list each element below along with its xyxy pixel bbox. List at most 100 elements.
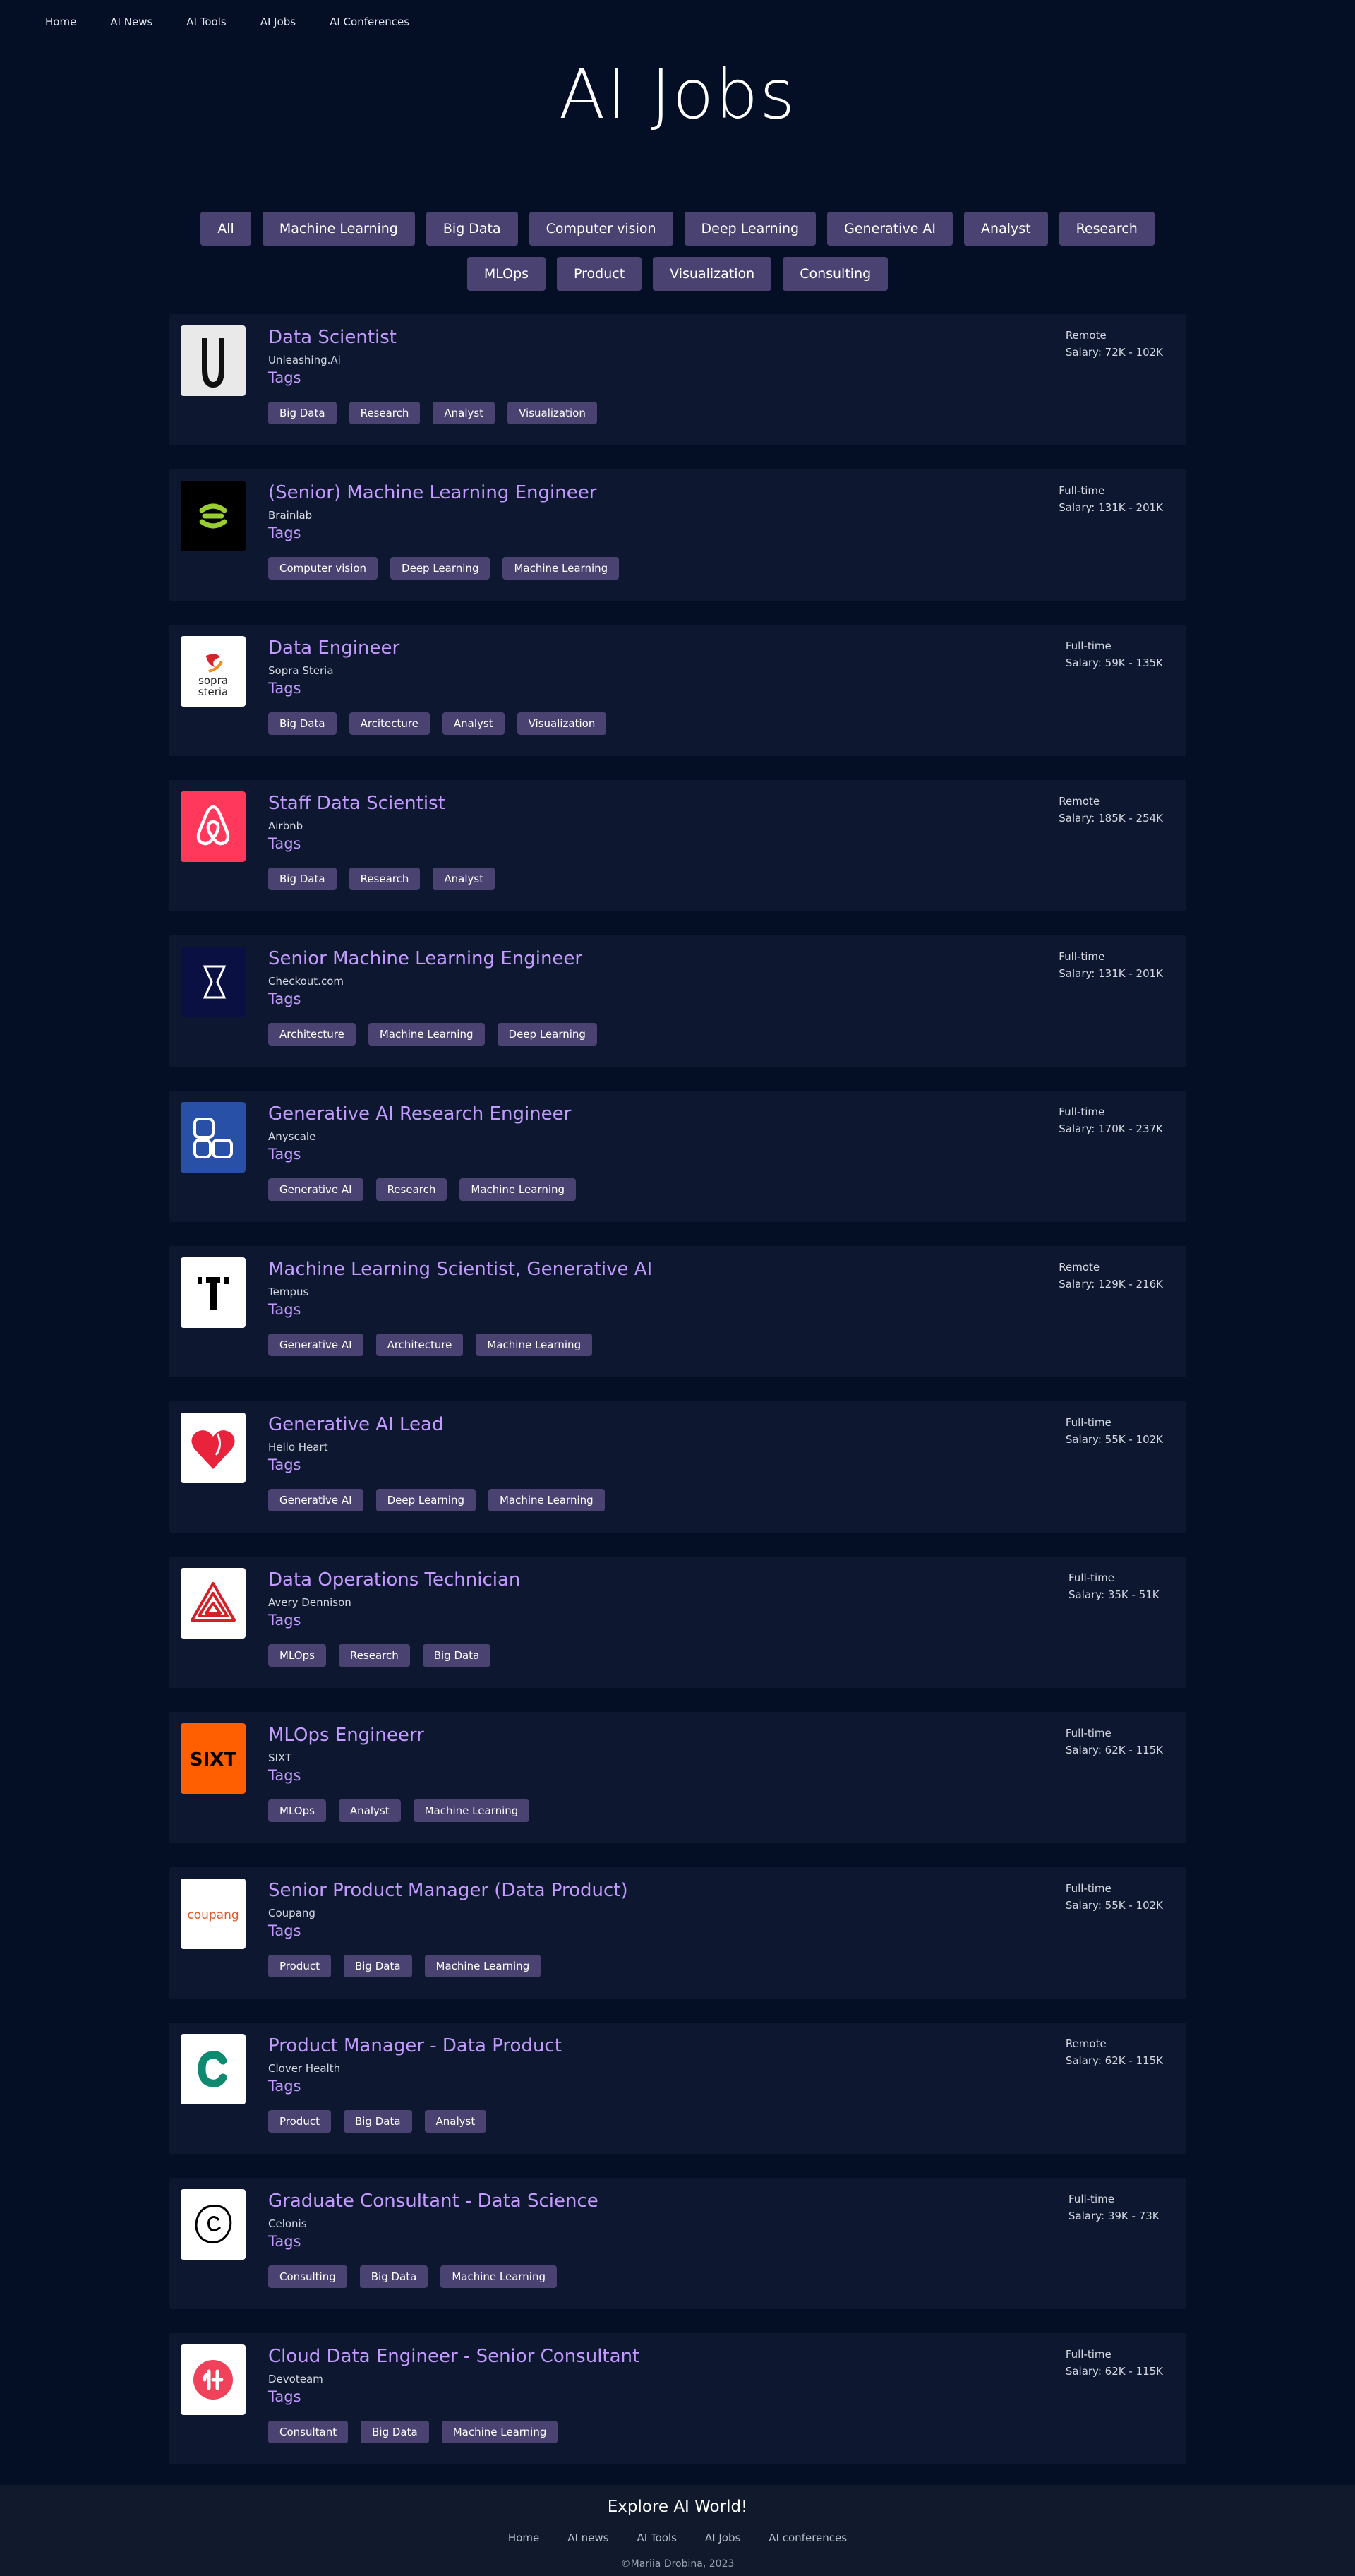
tag-chip[interactable]: Research	[349, 402, 421, 424]
tag-chip[interactable]: Big Data	[361, 2421, 429, 2443]
job-card[interactable]: Graduate Consultant - Data Science Celoni…	[169, 2178, 1186, 2309]
tag-chip[interactable]: Machine Learning	[476, 1334, 593, 1356]
tag-chip[interactable]: Product	[268, 2110, 331, 2133]
job-card[interactable]: Cloud Data Engineer - Senior Consultant D…	[169, 2333, 1186, 2464]
tag-chip[interactable]: Big Data	[422, 1644, 491, 1667]
nav-ai-jobs[interactable]: AI Jobs	[260, 16, 296, 28]
job-title[interactable]: MLOps Engineerr	[268, 1725, 424, 1746]
filter-button-analyst[interactable]: Analyst	[964, 212, 1048, 246]
tag-chip[interactable]: MLOps	[268, 1644, 326, 1667]
job-title[interactable]: Product Manager - Data Product	[268, 2035, 562, 2056]
footer-link-ai-tools[interactable]: AI Tools	[637, 2532, 677, 2544]
tag-chip[interactable]: Machine Learning	[424, 1955, 541, 1977]
footer-link-ai-jobs[interactable]: AI Jobs	[705, 2532, 740, 2544]
filter-button-mlops[interactable]: MLOps	[466, 257, 546, 291]
job-title[interactable]: Data Operations Technician	[268, 1569, 520, 1590]
filter-button-computer-vision[interactable]: Computer vision	[529, 212, 673, 246]
filter-button-product[interactable]: Product	[557, 257, 642, 291]
company-name: Tempus	[268, 1286, 309, 1298]
tags-label: Tags	[268, 369, 301, 386]
job-card[interactable]: Data Operations Technician Avery Dennison…	[169, 1557, 1186, 1688]
job-title[interactable]: Machine Learning Scientist, Generative A…	[268, 1259, 652, 1280]
job-card[interactable]: Staff Data Scientist Airbnb Tags Big Data Re…	[169, 780, 1186, 911]
tag-chip[interactable]: MLOps	[268, 1799, 326, 1822]
filter-button-research[interactable]: Research	[1059, 212, 1155, 246]
job-title[interactable]: Senior Machine Learning Engineer	[268, 948, 582, 969]
nav-ai-tools[interactable]: AI Tools	[186, 16, 226, 28]
tag-chip[interactable]: Arcitecture	[349, 712, 430, 735]
tag-chip[interactable]: Big Data	[268, 868, 337, 890]
tag-chip[interactable]: Visualization	[507, 402, 597, 424]
job-card[interactable]: Product Manager - Data Product Clover Hea…	[169, 2023, 1186, 2154]
tag-chip[interactable]: Consulting	[268, 2265, 347, 2288]
footer-link-ai-news[interactable]: AI news	[567, 2532, 608, 2544]
company-name: Coupang	[268, 1907, 315, 1919]
tag-chip[interactable]: Architecture	[268, 1023, 356, 1046]
job-card[interactable]: Machine Learning Scientist, Generative A…	[169, 1246, 1186, 1377]
tag-chip[interactable]: Big Data	[343, 1955, 412, 1977]
filter-button-visualization[interactable]: Visualization	[653, 257, 772, 291]
tag-chip[interactable]: Deep Learning	[497, 1023, 597, 1046]
filter-button-deep-learning[interactable]: Deep Learning	[684, 212, 817, 246]
job-title[interactable]: Cloud Data Engineer - Senior Consultant	[268, 2346, 639, 2367]
tag-chip[interactable]: Generative AI	[268, 1489, 363, 1511]
tag-chip[interactable]: Big Data	[359, 2265, 428, 2288]
tag-chip[interactable]: Research	[349, 868, 421, 890]
tag-chip[interactable]: Research	[375, 1178, 447, 1201]
filter-button-big-data[interactable]: Big Data	[426, 212, 518, 246]
tag-chip[interactable]: Visualization	[517, 712, 607, 735]
job-title[interactable]: Data Scientist	[268, 327, 397, 348]
nav-home[interactable]: Home	[45, 16, 76, 28]
filter-button-consulting[interactable]: Consulting	[783, 257, 889, 291]
job-card[interactable]: Senior Machine Learning Engineer Checkout…	[169, 935, 1186, 1067]
footer-link-ai-conferences[interactable]: AI conferences	[769, 2532, 847, 2544]
tag-chip[interactable]: Big Data	[268, 402, 337, 424]
job-card[interactable]: (Senior) Machine Learning Engineer Brainl…	[169, 469, 1186, 601]
nav-ai-conferences[interactable]: AI Conferences	[330, 16, 409, 28]
filter-button-all[interactable]: All	[200, 212, 251, 246]
tag-chip[interactable]: Analyst	[338, 1799, 401, 1822]
job-title[interactable]: Senior Product Manager (Data Product)	[268, 1880, 628, 1901]
tag-chip[interactable]: Big Data	[268, 712, 337, 735]
tag-chip[interactable]: Analyst	[424, 2110, 487, 2133]
tag-chip[interactable]: Product	[268, 1955, 331, 1977]
employment-type: Full-time	[1059, 1106, 1105, 1118]
tag-chip[interactable]: Deep Learning	[390, 557, 490, 580]
job-card[interactable]: Generative AI Research Engineer Anyscale T…	[169, 1091, 1186, 1222]
job-card[interactable]: Data Scientist Unleashing.Ai Tags Big Data R…	[169, 314, 1186, 445]
tag-chip[interactable]: Architecture	[375, 1334, 464, 1356]
tag-chip[interactable]: Analyst	[442, 712, 505, 735]
filter-button-generative-ai[interactable]: Generative AI	[827, 212, 953, 246]
tag-chip[interactable]: Generative AI	[268, 1178, 363, 1201]
tag-chip[interactable]: Machine Learning	[368, 1023, 485, 1046]
tags-label: Tags	[268, 1612, 301, 1629]
tag-chip[interactable]: Generative AI	[268, 1334, 363, 1356]
tag-chip[interactable]: Machine Learning	[502, 557, 620, 580]
tag-chip[interactable]: Machine Learning	[440, 2265, 557, 2288]
tag-chip[interactable]: Machine Learning	[488, 1489, 605, 1511]
job-title[interactable]: (Senior) Machine Learning Engineer	[268, 482, 596, 503]
tag-chip[interactable]: Consultant	[268, 2421, 349, 2443]
tag-chip[interactable]: Machine Learning	[441, 2421, 558, 2443]
job-title[interactable]: Generative AI Research Engineer	[268, 1103, 571, 1125]
nav-ai-news[interactable]: AI News	[110, 16, 152, 28]
job-title[interactable]: Graduate Consultant - Data Science	[268, 2191, 598, 2212]
tag-chip[interactable]: Machine Learning	[413, 1799, 530, 1822]
filter-button-machine-learning[interactable]: Machine Learning	[262, 212, 415, 246]
job-card[interactable]: coupang Senior Product Manager (Data Prod…	[169, 1867, 1186, 1999]
job-title[interactable]: Staff Data Scientist	[268, 793, 445, 814]
tag-chip[interactable]: Analyst	[433, 868, 495, 890]
tag-chip[interactable]: Research	[338, 1644, 410, 1667]
tag-chip[interactable]: Deep Learning	[375, 1489, 476, 1511]
employment-type: Full-time	[1065, 1882, 1112, 1895]
tag-chip[interactable]: Big Data	[343, 2110, 412, 2133]
tag-chip[interactable]: Machine Learning	[459, 1178, 577, 1201]
footer-link-home[interactable]: Home	[508, 2532, 539, 2544]
job-card[interactable]: Generative AI Lead Hello Heart Tags Generat…	[169, 1401, 1186, 1533]
tag-chip[interactable]: Computer vision	[268, 557, 378, 580]
job-card[interactable]: sopra steria Data Engineer Sopra Steria Tags…	[169, 625, 1186, 756]
job-title[interactable]: Generative AI Lead	[268, 1414, 444, 1435]
job-card[interactable]: SIXT MLOps Engineerr SIXT Tags MLOps Analyst M…	[169, 1712, 1186, 1843]
job-title[interactable]: Data Engineer	[268, 637, 399, 659]
tag-chip[interactable]: Analyst	[433, 402, 495, 424]
